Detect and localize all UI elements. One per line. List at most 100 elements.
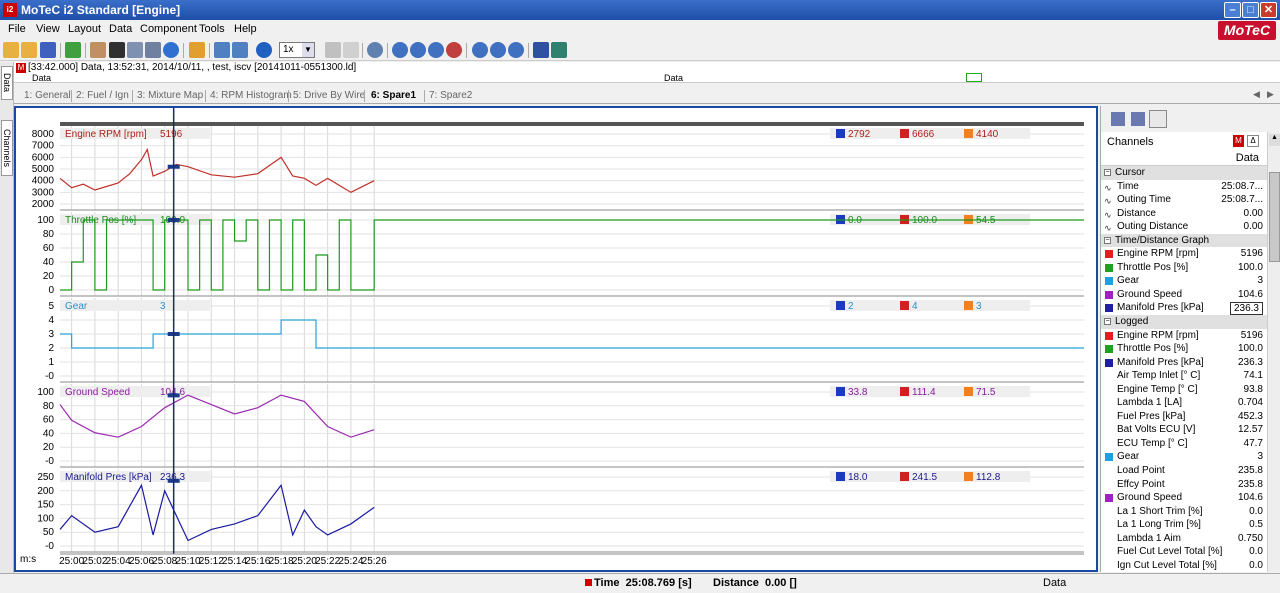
channel-row[interactable]: La 1 Long Trim [%] 0.5 [1101,518,1267,532]
tab-scroll-left-icon[interactable]: ◀ [1253,89,1260,100]
channel-row[interactable]: Manifold Pres [kPa] 236.3 [1101,301,1267,316]
channel-row[interactable]: Air Temp Inlet [° C] 74.1 [1101,369,1267,383]
tab-spare2[interactable]: 7: Spare2 [429,90,472,101]
channel-row[interactable]: ∿ Time 25:08.7... [1101,180,1267,194]
align-icon[interactable] [533,42,549,58]
menu-layout[interactable]: Layout [68,23,101,35]
open-project-icon[interactable] [21,42,37,58]
menu-component[interactable]: Component [140,23,197,35]
channel-group[interactable]: − Logged [1101,315,1267,329]
channel-row[interactable]: Engine Temp [° C] 93.8 [1101,383,1267,397]
paste-icon[interactable] [343,42,359,58]
channel-row[interactable]: Manifold Pres [kPa] 236.3 [1101,356,1267,370]
tab-fuel-ign[interactable]: 2: Fuel / Ign [76,90,129,101]
close-button[interactable]: ✕ [1260,2,1277,18]
min-icon [836,387,845,396]
channel-row[interactable]: Engine RPM [rpm] 5196 [1101,329,1267,343]
save-icon[interactable] [40,42,56,58]
channel-row[interactable]: ∿ Outing Time 25:08.7... [1101,193,1267,207]
delta-icon[interactable]: Δ [1247,135,1259,147]
minimize-button[interactable]: – [1224,2,1241,18]
channel-row[interactable]: Throttle Pos [%] 100.0 [1101,342,1267,356]
sync-icon[interactable] [325,42,341,58]
channel-row[interactable]: Gear 3 [1101,450,1267,464]
play-icon[interactable] [256,42,272,58]
channel-row[interactable]: Gear 3 [1101,274,1267,288]
math-channel-icon[interactable]: M [1233,135,1244,147]
menu-data[interactable]: Data [109,23,132,35]
list-icon[interactable] [145,42,161,58]
menu-view[interactable]: View [36,23,60,35]
channel-row[interactable]: Lambda 1 [LA] 0.704 [1101,396,1267,410]
title-bar: i2 MoTeC i2 Standard [Engine] – □ ✕ [0,0,1280,20]
collapse-icon[interactable]: − [1104,236,1111,244]
maximize-button[interactable]: □ [1242,2,1259,18]
edit-icon[interactable] [90,42,106,58]
tab-spare1[interactable]: 6: Spare1 [371,90,416,101]
zoom-out-icon[interactable] [410,42,426,58]
playback-speed-select[interactable]: 1x ▼ [279,42,315,58]
channel-row[interactable]: ∿ Distance 0.00 [1101,207,1267,221]
data-range-handle[interactable] [966,73,982,82]
menu-tools[interactable]: Tools [199,23,225,35]
channel-cursor-value: 5196 [160,129,183,140]
prev-lap-icon[interactable] [214,42,230,58]
channel-row[interactable]: ECU Temp [° C] 47.7 [1101,437,1267,451]
info-icon[interactable] [163,42,179,58]
floppy-icon[interactable] [109,42,125,58]
channel-group-icon[interactable] [1131,112,1145,126]
tab-scroll-right-icon[interactable]: ▶ [1267,89,1274,100]
scroll-thumb[interactable] [1269,172,1280,262]
channel-row[interactable]: Engine RPM [rpm] 5196 [1101,247,1267,261]
channel-max-value: 111.4 [912,387,936,398]
graph-canvas[interactable]: 8000700060005000400030002000Engine RPM [… [16,108,1096,570]
collapse-icon[interactable]: − [1104,169,1111,176]
channel-name: Fuel Pres [kPa] [1117,410,1186,422]
channel-color-swatch [1105,494,1113,503]
channels-scrollbar[interactable]: ▲ [1267,132,1280,572]
channel-list-icon[interactable] [1149,110,1167,128]
menu-file[interactable]: File [8,23,26,35]
collapse-icon[interactable]: − [1104,318,1111,326]
channel-row[interactable]: Lambda 1 Aim 0.750 [1101,532,1267,546]
tab-general[interactable]: 1: General [24,90,71,101]
channel-name: La 1 Short Trim [%] [1117,505,1203,517]
channel-group[interactable]: − Cursor [1101,166,1267,180]
table-icon[interactable] [127,42,143,58]
motec-badge-icon: M [16,63,26,73]
channel-row[interactable]: ∿ Outing Distance 0.00 [1101,220,1267,234]
zoom-in-icon[interactable] [392,42,408,58]
scroll-up-icon[interactable]: ▲ [1269,134,1280,146]
channel-row[interactable]: Throttle Pos [%] 100.0 [1101,261,1267,275]
zoom-x-in-icon[interactable] [472,42,488,58]
tab-mixture-map[interactable]: 3: Mixture Map [137,90,203,101]
next-lap-icon[interactable] [232,42,248,58]
zoom-x-out-icon[interactable] [490,42,506,58]
data-range-bar[interactable]: Data Data [14,73,1280,83]
copy-icon[interactable] [189,42,205,58]
channel-row[interactable]: Ground Speed 104.6 [1101,288,1267,302]
channels-side-tab[interactable]: Channels [1,120,13,176]
channel-row[interactable]: Load Point 235.8 [1101,464,1267,478]
channel-row[interactable]: Fuel Cut Level Total [%] 0.0 [1101,545,1267,559]
channel-tree-icon[interactable] [1111,112,1125,126]
channel-row[interactable]: Effcy Point 235.8 [1101,478,1267,492]
open-folder-icon[interactable] [3,42,19,58]
zoom-fit-icon[interactable] [428,42,444,58]
tab-rpm-histogram[interactable]: 4: RPM Histogram [210,90,292,101]
download-icon[interactable] [65,42,81,58]
channel-row[interactable]: Ign Cut Level Total [%] 0.0 [1101,559,1267,573]
channel-row[interactable]: Bat Volts ECU [V] 12.57 [1101,423,1267,437]
zoom-reset-icon[interactable] [446,42,462,58]
channel-row[interactable]: Ground Speed 104.6 [1101,491,1267,505]
overlay-icon[interactable] [551,42,567,58]
time-distance-graph[interactable]: 8000 7000 6000 5000 4000 3000 2000 Engine RPM [… [14,106,1098,572]
channel-group[interactable]: − Time/Distance Graph [1101,233,1267,248]
magnify-icon[interactable] [367,42,383,58]
channel-row[interactable]: Fuel Pres [kPa] 452.3 [1101,410,1267,424]
zoom-y-icon[interactable] [508,42,524,58]
menu-help[interactable]: Help [234,23,257,35]
data-side-tab[interactable]: Data [1,66,13,100]
tab-drive-by-wire[interactable]: 5: Drive By Wire [293,90,365,101]
channel-row[interactable]: La 1 Short Trim [%] 0.0 [1101,505,1267,519]
